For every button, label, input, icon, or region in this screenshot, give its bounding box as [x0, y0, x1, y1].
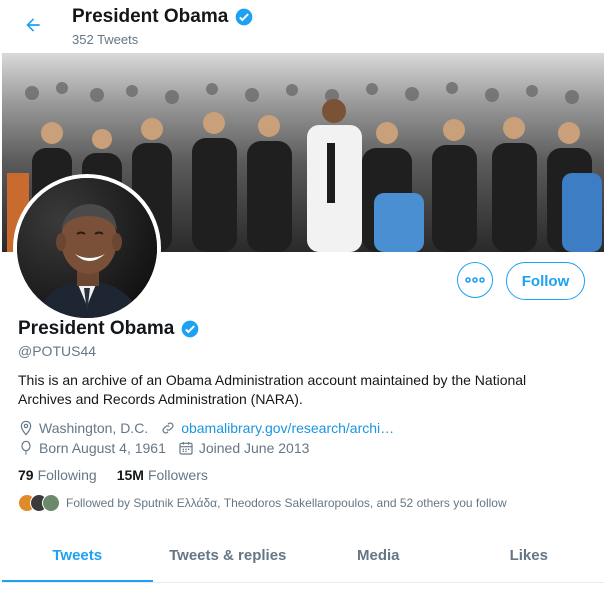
location: Washington, D.C.: [18, 420, 148, 436]
tab-tweets[interactable]: Tweets: [2, 532, 153, 582]
back-arrow-icon: [26, 18, 40, 32]
follower-avatars: [18, 494, 60, 512]
tabs-divider: [2, 582, 604, 583]
back-button[interactable]: [18, 10, 48, 40]
verified-icon: [180, 319, 200, 339]
link-icon: [160, 420, 176, 436]
birthday-text: Born August 4, 1961: [39, 440, 166, 456]
followers-count: 15M: [116, 467, 144, 483]
profile-name: President Obama: [18, 318, 200, 340]
header-title-text: President Obama: [72, 6, 229, 27]
followed-by[interactable]: Followed by Sputnik Ελλάδα, Theodoros Sa…: [18, 494, 507, 512]
profile-meta-row-1: Washington, D.C. obamalibrary.gov/resear…: [18, 420, 406, 436]
joined: Joined June 2013: [178, 440, 310, 456]
website-link[interactable]: obamalibrary.gov/research/archi…: [181, 420, 394, 436]
location-text: Washington, D.C.: [39, 420, 149, 436]
profile-page: President Obama 352 Tweets Follow Presid…: [0, 0, 606, 591]
tweet-count: 352 Tweets: [72, 32, 139, 47]
following-label: Following: [37, 467, 97, 483]
following-count: 79: [18, 467, 34, 483]
balloon-icon: [18, 440, 34, 456]
followed-by-text: Followed by Sputnik Ελλάδα, Theodoros Sa…: [66, 496, 507, 510]
top-bar: President Obama 352 Tweets: [0, 0, 606, 52]
profile-bio: This is an archive of an Obama Administr…: [18, 372, 527, 407]
profile-handle: @POTUS44: [18, 343, 97, 359]
tab-tweets-replies[interactable]: Tweets & replies: [153, 532, 304, 582]
joined-text: Joined June 2013: [198, 440, 310, 456]
tab-likes[interactable]: Likes: [454, 532, 605, 582]
birthday: Born August 4, 1961: [18, 440, 166, 456]
profile-avatar[interactable]: [13, 174, 161, 322]
calendar-icon: [178, 440, 194, 456]
follow-button[interactable]: Follow: [506, 262, 585, 300]
verified-icon: [234, 7, 254, 27]
location-pin-icon: [18, 420, 34, 436]
tab-media[interactable]: Media: [303, 532, 454, 582]
following-link[interactable]: 79 Following: [18, 467, 97, 483]
more-button[interactable]: [457, 262, 493, 298]
more-icon: [465, 277, 485, 283]
profile-meta-row-2: Born August 4, 1961 Joined June 2013: [18, 440, 321, 456]
follower-avatar: [42, 494, 60, 512]
followers-label: Followers: [147, 467, 208, 483]
header-title: President Obama: [72, 6, 254, 28]
follow-counts: 79 Following 15M Followers: [18, 467, 228, 483]
followers-link[interactable]: 15M Followers: [117, 467, 208, 483]
profile-tabs: Tweets Tweets & replies Media Likes: [2, 532, 604, 582]
profile-name-text: President Obama: [18, 318, 175, 339]
avatar-photo: [17, 178, 157, 318]
website[interactable]: obamalibrary.gov/research/archi…: [160, 420, 394, 436]
